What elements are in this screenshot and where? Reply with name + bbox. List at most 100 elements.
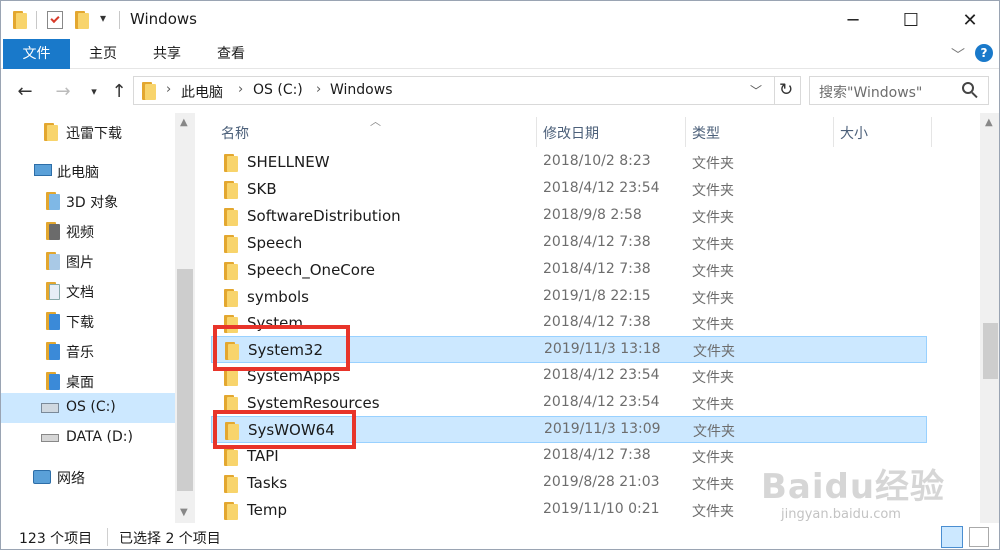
file-name: TAPI <box>247 447 279 465</box>
help-icon[interactable]: ? <box>975 44 993 62</box>
table-row[interactable]: SKB 2018/4/12 23:54 文件夹 <box>211 176 927 203</box>
file-type: 文件夹 <box>692 504 734 520</box>
file-name: SoftwareDistribution <box>247 207 401 225</box>
video-folder-icon <box>46 222 60 240</box>
file-modified: 2018/4/12 23:54 <box>543 367 660 383</box>
minimize-button[interactable]: ─ <box>824 1 882 39</box>
recent-locations-icon[interactable]: ▾ <box>82 79 106 103</box>
chevron-down-icon[interactable]: ﹀ <box>750 82 762 99</box>
divider <box>36 11 37 29</box>
tab-file[interactable]: 文件 <box>3 39 70 69</box>
column-type[interactable]: 类型 <box>692 123 720 143</box>
file-name: symbols <box>247 288 309 306</box>
search-box[interactable]: 搜索"Windows" <box>809 76 989 105</box>
table-row[interactable]: SoftwareDistribution 2018/9/8 2:58 文件夹 <box>211 203 927 230</box>
file-modified: 2019/11/10 0:21 <box>543 501 660 517</box>
table-row[interactable]: Speech_OneCore 2018/4/12 7:38 文件夹 <box>211 257 927 284</box>
nav-item-videos[interactable]: 视频 <box>1 216 175 246</box>
title-bar: ▾ Windows ─ ☐ ✕ <box>1 1 999 39</box>
nav-item-xunlei[interactable]: 迅雷下载 <box>1 117 175 147</box>
expand-ribbon-icon[interactable]: ﹀ <box>951 45 965 65</box>
file-type: 文件夹 <box>692 264 734 280</box>
3d-objects-icon <box>46 192 60 210</box>
file-modified: 2019/8/28 21:03 <box>543 474 660 490</box>
column-divider[interactable] <box>536 117 537 147</box>
list-scrollbar[interactable]: ▲ <box>980 113 999 523</box>
table-row[interactable]: Speech 2018/4/12 7:38 文件夹 <box>211 230 927 257</box>
file-name: Tasks <box>247 474 288 492</box>
nav-item-label: DATA (D:) <box>66 429 133 445</box>
scroll-up-icon[interactable]: ▲ <box>180 117 188 128</box>
refresh-icon[interactable]: ↻ <box>779 80 793 100</box>
details-view-icon[interactable] <box>941 526 963 548</box>
file-type: 文件夹 <box>692 450 734 466</box>
item-count: 123 个项目 <box>19 531 93 547</box>
new-folder-icon[interactable] <box>75 11 89 29</box>
tab-view[interactable]: 查看 <box>205 39 257 69</box>
properties-icon[interactable] <box>47 11 63 29</box>
folder-icon <box>224 181 238 199</box>
tab-share[interactable]: 共享 <box>141 39 193 69</box>
nav-item-3d-objects[interactable]: 3D 对象 <box>1 186 175 216</box>
file-modified: 2018/4/12 7:38 <box>543 447 651 463</box>
column-size[interactable]: 大小 <box>840 123 868 143</box>
up-arrow-icon[interactable]: ↑ <box>107 79 131 103</box>
nav-item-label: 此电脑 <box>57 165 99 181</box>
large-icons-view-icon[interactable] <box>969 527 989 547</box>
breadcrumb-windows[interactable]: Windows <box>330 82 393 98</box>
documents-folder-icon <box>46 282 60 300</box>
file-name: SKB <box>247 180 277 198</box>
maximize-button[interactable]: ☐ <box>882 1 940 39</box>
scroll-down-icon[interactable]: ▼ <box>180 507 188 518</box>
file-name: Temp <box>247 501 287 519</box>
folder-icon <box>224 208 238 226</box>
tab-home[interactable]: 主页 <box>77 39 129 69</box>
breadcrumb-os-drive[interactable]: OS (C:) <box>253 82 303 98</box>
customize-toolbar-icon[interactable]: ▾ <box>100 11 106 25</box>
nav-item-this-pc[interactable]: 此电脑 <box>1 156 175 186</box>
nav-item-music[interactable]: 音乐 <box>1 336 175 366</box>
nav-item-downloads[interactable]: 下载 <box>1 306 175 336</box>
system-drive-icon <box>41 403 59 413</box>
sort-ascending-icon: ︿ <box>370 115 381 128</box>
file-type: 文件夹 <box>692 210 734 226</box>
forward-arrow-icon[interactable]: → <box>51 79 75 103</box>
address-bar[interactable]: › 此电脑 › OS (C:) › Windows ﹀ ↻ <box>133 76 801 105</box>
nav-item-label: OS (C:) <box>66 399 116 415</box>
column-divider[interactable] <box>685 117 686 147</box>
folder-icon <box>224 502 238 520</box>
back-arrow-icon[interactable]: ← <box>13 79 37 103</box>
computer-icon <box>34 164 52 176</box>
column-name[interactable]: 名称 <box>221 123 249 143</box>
table-row[interactable]: SHELLNEW 2018/10/2 8:23 文件夹 <box>211 149 927 176</box>
file-modified: 2019/11/3 13:18 <box>544 341 661 357</box>
nav-item-label: 视频 <box>66 225 94 241</box>
nav-item-pictures[interactable]: 图片 <box>1 246 175 276</box>
column-modified[interactable]: 修改日期 <box>543 123 599 143</box>
scroll-up-icon[interactable]: ▲ <box>985 117 993 128</box>
folder-icon <box>224 475 238 493</box>
chevron-right-icon: › <box>316 82 322 97</box>
pictures-folder-icon <box>46 252 60 270</box>
breadcrumb-this-pc[interactable]: 此电脑 <box>181 82 223 102</box>
chevron-right-icon: › <box>166 82 172 97</box>
file-modified: 2019/11/3 13:09 <box>544 421 661 437</box>
nav-item-documents[interactable]: 文档 <box>1 276 175 306</box>
file-modified: 2018/10/2 8:23 <box>543 153 651 169</box>
nav-item-desktop[interactable]: 桌面 <box>1 366 175 396</box>
nav-scroll-thumb[interactable] <box>177 269 193 491</box>
column-divider[interactable] <box>931 117 932 147</box>
nav-item-os-drive[interactable]: OS (C:) <box>1 393 175 423</box>
nav-item-label: 迅雷下载 <box>66 126 122 142</box>
close-button[interactable]: ✕ <box>941 1 999 39</box>
file-modified: 2018/4/12 7:38 <box>543 261 651 277</box>
nav-item-network[interactable]: 网络 <box>1 462 175 492</box>
search-input[interactable]: 搜索"Windows" <box>819 82 922 102</box>
column-divider[interactable] <box>833 117 834 147</box>
table-row[interactable]: symbols 2019/1/8 22:15 文件夹 <box>211 284 927 311</box>
nav-scrollbar[interactable]: ▲ ▼ <box>175 113 195 523</box>
list-scroll-thumb[interactable] <box>983 323 998 379</box>
nav-item-data-drive[interactable]: DATA (D:) <box>1 423 175 453</box>
file-name: SHELLNEW <box>247 153 330 171</box>
folder-icon <box>224 235 238 253</box>
